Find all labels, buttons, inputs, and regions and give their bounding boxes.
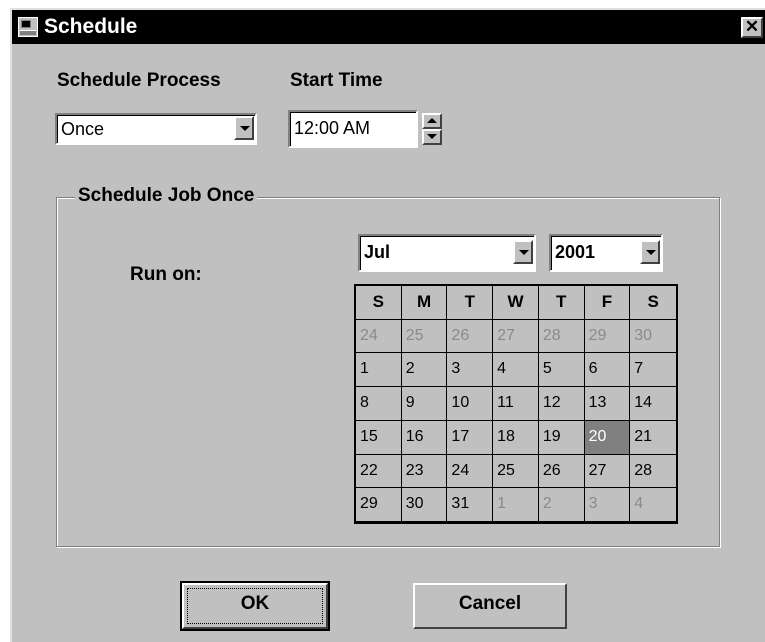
calendar-day[interactable]: 3 — [447, 353, 494, 388]
calendar-day[interactable]: 11 — [493, 387, 539, 421]
calendar-day[interactable]: 21 — [630, 421, 676, 455]
calendar-day[interactable]: 3 — [584, 488, 631, 522]
schedule-process-value: Once — [61, 119, 105, 139]
weekday-header: W — [493, 286, 539, 320]
calendar-day[interactable]: 2 — [538, 488, 585, 522]
calendar-day[interactable]: 29 — [356, 488, 402, 522]
run-on-label: Run on: — [130, 264, 202, 285]
ok-button-label: OK — [240, 593, 270, 614]
group-legend: Schedule Job Once — [75, 185, 258, 207]
calendar-day[interactable]: 12 — [538, 387, 585, 421]
calendar-day[interactable]: 30 — [630, 320, 676, 354]
calendar-day[interactable]: 28 — [538, 319, 585, 354]
close-icon: ✕ — [744, 17, 760, 36]
calendar-day[interactable]: 27 — [584, 454, 631, 489]
calendar-day[interactable]: 14 — [630, 387, 676, 421]
chevron-down-icon[interactable] — [234, 116, 254, 140]
calendar-day[interactable]: 8 — [356, 387, 402, 421]
calendar-day[interactable]: 19 — [538, 420, 585, 455]
calendar-day[interactable]: 1 — [493, 488, 539, 522]
calendar-day[interactable]: 16 — [401, 420, 448, 455]
month-select[interactable]: Jul — [358, 234, 536, 272]
calendar-day[interactable]: 5 — [538, 353, 585, 388]
schedule-dialog: Schedule ✕ Schedule Process Start Time O… — [10, 8, 765, 642]
month-value: Jul — [364, 242, 391, 262]
calendar-day[interactable]: 1 — [356, 353, 402, 388]
start-time-input[interactable]: 12:00 AM — [288, 110, 418, 148]
calendar-day[interactable]: 29 — [584, 319, 631, 354]
weekday-header: F — [584, 286, 631, 320]
start-time-label: Start Time — [290, 70, 383, 91]
weekday-header: S — [356, 286, 402, 320]
year-select[interactable]: 2001 — [549, 234, 663, 272]
calendar-day[interactable]: 22 — [356, 454, 402, 489]
weekday-header: S — [630, 286, 676, 320]
calendar-day[interactable]: 13 — [584, 387, 631, 421]
calendar-day[interactable]: 23 — [401, 454, 448, 489]
window-title: Schedule — [44, 15, 138, 38]
weekday-header: T — [447, 286, 494, 320]
weekday-header: T — [538, 286, 585, 320]
year-value: 2001 — [555, 242, 596, 262]
close-button[interactable]: ✕ — [741, 17, 763, 38]
title-bar[interactable]: Schedule ✕ — [12, 10, 765, 44]
cancel-button[interactable]: Cancel — [413, 583, 567, 629]
calendar-day[interactable]: 26 — [538, 454, 585, 489]
calendar-day[interactable]: 28 — [630, 455, 676, 489]
month-calendar: S M T W T F S 24 25 26 27 28 29 30 1 2 3 4 5 6 7 8 9 10 11 12 13 14… — [354, 284, 678, 524]
chevron-down-icon[interactable] — [640, 240, 660, 264]
schedule-process-label: Schedule Process — [57, 70, 221, 91]
calendar-day[interactable]: 6 — [584, 353, 631, 388]
calendar-day[interactable]: 30 — [401, 488, 448, 522]
calendar-day[interactable]: 27 — [493, 319, 539, 354]
start-time-value: 12:00 AM — [294, 118, 371, 138]
calendar-day[interactable]: 7 — [630, 353, 676, 388]
calendar-day[interactable]: 9 — [401, 387, 448, 421]
calendar-day[interactable]: 4 — [630, 488, 676, 522]
cancel-button-label: Cancel — [458, 593, 522, 614]
calendar-day[interactable]: 25 — [401, 319, 448, 354]
calendar-day[interactable]: 18 — [493, 420, 539, 455]
calendar-day[interactable]: 31 — [447, 488, 494, 522]
schedule-process-select[interactable]: Once — [55, 113, 257, 145]
calendar-day[interactable]: 15 — [356, 420, 402, 455]
calendar-day-selected[interactable]: 20 — [584, 420, 631, 455]
spin-up-icon[interactable] — [422, 113, 442, 129]
calendar-day[interactable]: 25 — [493, 454, 539, 489]
calendar-day[interactable]: 24 — [356, 319, 402, 354]
calendar-day[interactable]: 26 — [447, 319, 494, 354]
calendar-day[interactable]: 2 — [401, 353, 448, 388]
calendar-day[interactable]: 24 — [447, 454, 494, 489]
spin-down-icon[interactable] — [422, 129, 442, 145]
ok-button[interactable]: OK — [180, 581, 330, 631]
chevron-down-icon[interactable] — [513, 240, 533, 264]
computer-icon — [18, 17, 38, 37]
calendar-day[interactable]: 4 — [493, 353, 539, 388]
calendar-day[interactable]: 10 — [447, 387, 494, 421]
weekday-header: M — [401, 286, 448, 320]
calendar-day[interactable]: 17 — [447, 420, 494, 455]
